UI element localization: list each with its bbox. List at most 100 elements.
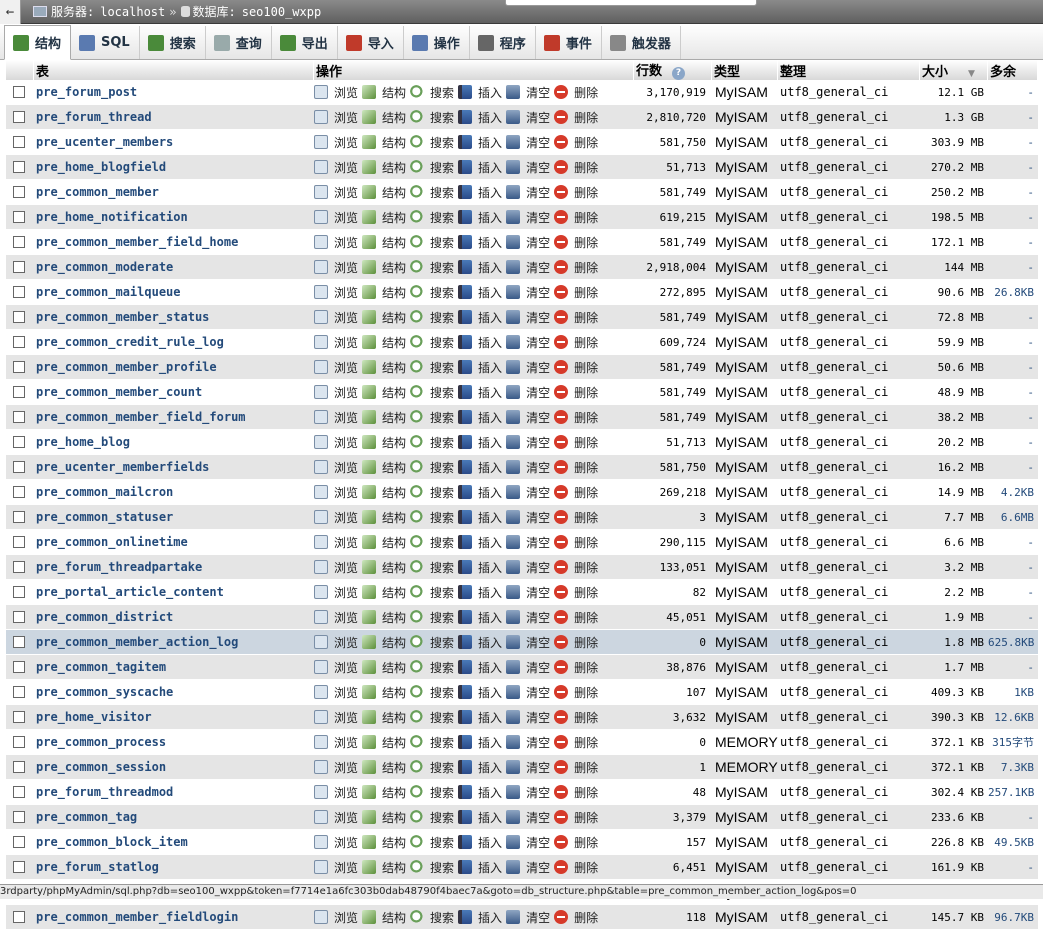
search-action[interactable]: 搜索 [410, 634, 454, 651]
table-name-link[interactable]: pre_common_credit_rule_log [34, 330, 314, 355]
empty-action[interactable]: 清空 [506, 809, 550, 826]
tab-6[interactable]: 操作 [404, 26, 470, 59]
insert-action[interactable]: 插入 [458, 909, 502, 926]
help-icon[interactable]: ? [672, 67, 686, 80]
tab-9[interactable]: 触发器 [602, 26, 681, 59]
browse-action[interactable]: 浏览 [314, 334, 358, 351]
row-checkbox[interactable] [13, 536, 25, 548]
insert-action[interactable]: 插入 [458, 184, 502, 201]
insert-action[interactable]: 插入 [458, 334, 502, 351]
browse-action[interactable]: 浏览 [314, 109, 358, 126]
row-checkbox[interactable] [13, 811, 25, 823]
table-row[interactable]: pre_home_blogfield 浏览 结构 搜索 插入 清空 删除 51,713 MyIS… [6, 155, 1038, 180]
table-row[interactable]: pre_forum_thread 浏览 结构 搜索 插入 清空 删除 2,810,720 MyI… [6, 105, 1038, 130]
row-checkbox[interactable] [13, 786, 25, 798]
row-checkbox[interactable] [13, 411, 25, 423]
row-checkbox[interactable] [13, 661, 25, 673]
browse-action[interactable]: 浏览 [314, 84, 358, 101]
table-name-link[interactable]: pre_common_block_item [34, 830, 314, 855]
browse-action[interactable]: 浏览 [314, 834, 358, 851]
insert-action[interactable]: 插入 [458, 134, 502, 151]
table-row[interactable]: pre_common_onlinetime 浏览 结构 搜索 插入 清空 删除 290,115… [6, 530, 1038, 555]
table-name-link[interactable]: pre_forum_threadpartake [34, 555, 314, 580]
table-name-link[interactable]: pre_common_process [34, 730, 314, 755]
structure-action[interactable]: 结构 [362, 734, 406, 751]
drop-action[interactable]: 删除 [554, 659, 598, 676]
search-action[interactable]: 搜索 [410, 509, 454, 526]
structure-action[interactable]: 结构 [362, 859, 406, 876]
drop-action[interactable]: 删除 [554, 184, 598, 201]
table-row[interactable]: pre_common_syscache 浏览 结构 搜索 插入 清空 删除 107 MyISAM… [6, 680, 1038, 705]
table-name-link[interactable]: pre_forum_statlog [34, 855, 314, 880]
insert-action[interactable]: 插入 [458, 584, 502, 601]
empty-action[interactable]: 清空 [506, 784, 550, 801]
search-action[interactable]: 搜索 [410, 234, 454, 251]
row-checkbox[interactable] [13, 911, 25, 923]
search-action[interactable]: 搜索 [410, 159, 454, 176]
structure-action[interactable]: 结构 [362, 834, 406, 851]
table-row[interactable]: pre_common_mailqueue 浏览 结构 搜索 插入 清空 删除 272,895 M… [6, 280, 1038, 305]
search-action[interactable]: 搜索 [410, 659, 454, 676]
structure-action[interactable]: 结构 [362, 534, 406, 551]
tab-3[interactable]: 查询 [206, 26, 272, 59]
header-type[interactable]: 类型 [712, 60, 778, 80]
table-name-link[interactable]: pre_common_member_fieldlogin [34, 905, 314, 930]
table-name-link[interactable]: pre_common_member_action_log [34, 630, 314, 655]
drop-action[interactable]: 删除 [554, 309, 598, 326]
browse-action[interactable]: 浏览 [314, 259, 358, 276]
structure-action[interactable]: 结构 [362, 509, 406, 526]
table-name-link[interactable]: pre_home_blog [34, 430, 314, 455]
search-action[interactable]: 搜索 [410, 384, 454, 401]
table-name-link[interactable]: pre_common_member [34, 180, 314, 205]
search-action[interactable]: 搜索 [410, 459, 454, 476]
insert-action[interactable]: 插入 [458, 834, 502, 851]
table-name-link[interactable]: pre_forum_post [34, 80, 314, 105]
insert-action[interactable]: 插入 [458, 109, 502, 126]
tab-1[interactable]: SQL [71, 26, 140, 59]
header-table[interactable]: 表 [34, 60, 314, 80]
sort-desc-icon[interactable]: ▼ [968, 69, 975, 79]
structure-action[interactable]: 结构 [362, 359, 406, 376]
table-name-link[interactable]: pre_common_syscache [34, 680, 314, 705]
table-row[interactable]: pre_common_session 浏览 结构 搜索 插入 清空 删除 1 MEMORY utf… [6, 755, 1038, 780]
tab-8[interactable]: 事件 [536, 26, 602, 59]
insert-action[interactable]: 插入 [458, 559, 502, 576]
browse-action[interactable]: 浏览 [314, 184, 358, 201]
table-row[interactable]: pre_common_mailcron 浏览 结构 搜索 插入 清空 删除 269,218 My… [6, 480, 1038, 505]
browse-action[interactable]: 浏览 [314, 434, 358, 451]
tab-5[interactable]: 导入 [338, 26, 404, 59]
row-checkbox[interactable] [13, 711, 25, 723]
back-arrow-icon[interactable]: ← [0, 0, 21, 24]
header-rows[interactable]: 行数? [634, 60, 712, 80]
browse-action[interactable]: 浏览 [314, 709, 358, 726]
overhead[interactable]: 6.6MB [988, 505, 1038, 530]
table-name-link[interactable]: pre_ucenter_memberfields [34, 455, 314, 480]
search-action[interactable]: 搜索 [410, 334, 454, 351]
insert-action[interactable]: 插入 [458, 684, 502, 701]
structure-action[interactable]: 结构 [362, 909, 406, 926]
browse-action[interactable]: 浏览 [314, 484, 358, 501]
structure-action[interactable]: 结构 [362, 609, 406, 626]
drop-action[interactable]: 删除 [554, 609, 598, 626]
empty-action[interactable]: 清空 [506, 509, 550, 526]
search-action[interactable]: 搜索 [410, 259, 454, 276]
insert-action[interactable]: 插入 [458, 809, 502, 826]
empty-action[interactable]: 清空 [506, 409, 550, 426]
empty-action[interactable]: 清空 [506, 534, 550, 551]
empty-action[interactable]: 清空 [506, 209, 550, 226]
table-name-link[interactable]: pre_ucenter_members [34, 130, 314, 155]
structure-action[interactable]: 结构 [362, 409, 406, 426]
overhead[interactable]: 315字节 [988, 730, 1038, 755]
row-checkbox[interactable] [13, 111, 25, 123]
overhead[interactable]: 4.2KB [988, 480, 1038, 505]
search-action[interactable]: 搜索 [410, 734, 454, 751]
drop-action[interactable]: 删除 [554, 559, 598, 576]
table-name-link[interactable]: pre_common_mailqueue [34, 280, 314, 305]
table-name-link[interactable]: pre_common_member_status [34, 305, 314, 330]
browse-action[interactable]: 浏览 [314, 534, 358, 551]
row-checkbox[interactable] [13, 561, 25, 573]
search-action[interactable]: 搜索 [410, 109, 454, 126]
table-name-link[interactable]: pre_common_member_field_home [34, 230, 314, 255]
search-action[interactable]: 搜索 [410, 134, 454, 151]
search-action[interactable]: 搜索 [410, 309, 454, 326]
